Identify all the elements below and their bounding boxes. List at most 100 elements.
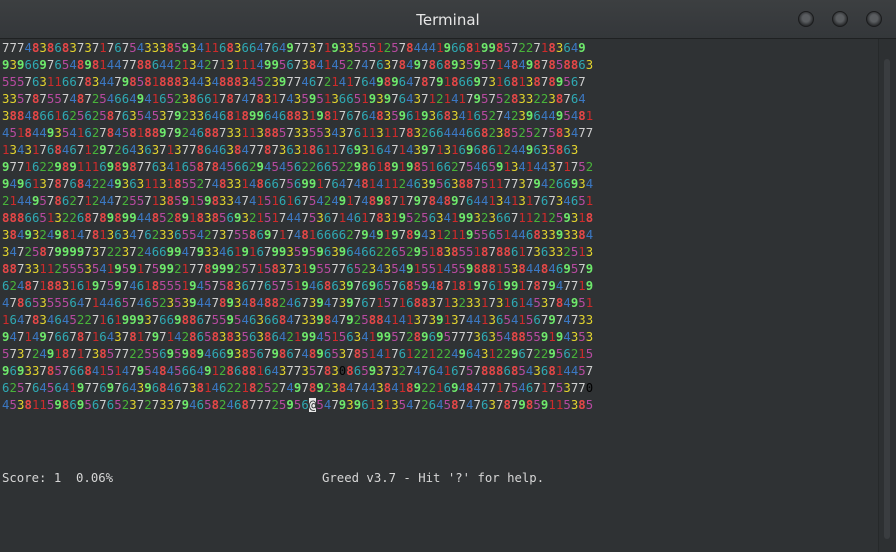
grid-cell: 8 [548, 41, 556, 55]
grid-cell: 5 [241, 262, 249, 276]
grid-cell: 9 [301, 330, 309, 344]
grid-cell: 5 [585, 398, 594, 412]
grid-cell: 7 [473, 398, 481, 412]
grid-cell: 3 [488, 75, 496, 89]
grid-cell: 7 [301, 296, 309, 310]
grid-cell: 3 [39, 75, 47, 89]
grid-cell: 6 [331, 177, 339, 191]
grid-cell: 9 [181, 347, 190, 361]
grid-cell: 1 [331, 143, 339, 157]
grid-cell: 2 [346, 58, 354, 72]
grid-cell: 3 [548, 228, 556, 242]
grid-cell: 2 [301, 160, 309, 174]
grid-cell: 3 [286, 245, 294, 259]
grid-cell: 7 [189, 262, 197, 276]
grid-cell: 8 [271, 262, 279, 276]
grid-cell: 9 [114, 177, 122, 191]
grid-cell: 3 [189, 41, 197, 55]
grid-cell: 4 [219, 160, 227, 174]
grid-cell: 4 [204, 347, 212, 361]
grid-cell: 3 [9, 143, 17, 157]
grid-cell: 3 [189, 58, 197, 72]
grid-cell: 9 [219, 262, 227, 276]
grid-cell: 5 [174, 194, 182, 208]
grid-cell: 8 [413, 330, 422, 344]
grid-cell: 9 [436, 330, 444, 344]
grid-cell: 2 [503, 92, 511, 106]
grid-cell: 5 [159, 279, 167, 293]
grid-cell: 2 [488, 126, 496, 140]
grid-cell: 3 [376, 381, 384, 395]
grid-cell: 5 [271, 160, 279, 174]
grid-cell: 1 [443, 92, 452, 106]
grid-cell: 6 [533, 313, 541, 327]
grid-cell: 1 [578, 279, 586, 293]
grid-cell: 4 [406, 92, 414, 106]
grid-cell: 6 [226, 211, 235, 225]
grid-cell: 3 [24, 143, 32, 157]
grid-cell: 7 [458, 160, 467, 174]
grid-cell: 1 [204, 381, 212, 395]
maximize-button[interactable] [832, 11, 848, 27]
minimize-button[interactable] [798, 11, 814, 27]
grid-cell: 9 [346, 296, 354, 310]
grid-cell: 8 [226, 109, 235, 123]
grid-cell: 4 [458, 381, 467, 395]
grid-cell: 5 [413, 279, 422, 293]
grid-cell: 8 [174, 177, 182, 191]
grid-cell: 5 [54, 92, 62, 106]
grid-cell: 4 [451, 92, 459, 106]
grid-cell: 7 [331, 296, 339, 310]
grid-cell: 8 [219, 296, 227, 310]
grid-cell: 7 [114, 347, 122, 361]
grid-cell: 0 [585, 381, 594, 395]
grid-cell: 7 [331, 211, 339, 225]
grid-cell: 4 [39, 126, 47, 140]
grid-cell: 3 [256, 330, 264, 344]
grid-cell: 6 [114, 92, 122, 106]
grid-row: 3849324981478136347623365542737558697174… [2, 227, 593, 244]
grid-cell: 3 [211, 245, 220, 259]
grid-cell: 8 [196, 160, 205, 174]
close-button[interactable] [866, 11, 882, 27]
grid-cell: 5 [226, 160, 235, 174]
grid-cell: 9 [256, 109, 264, 123]
terminal-area[interactable]: 7774838683737176754333859341168366476497… [0, 39, 878, 552]
grid-cell: 3 [159, 194, 167, 208]
grid-cell: 4 [211, 381, 220, 395]
grid-cell: 1 [473, 245, 481, 259]
grid-cell: 4 [473, 313, 481, 327]
grid-cell: 7 [84, 381, 92, 395]
grid-cell: 7 [9, 160, 17, 174]
grid-cell: 8 [241, 364, 249, 378]
grid-cell: 3 [181, 75, 190, 89]
grid-cell: 6 [503, 75, 511, 89]
title-bar[interactable]: Terminal [0, 0, 896, 39]
grid-cell: 5 [204, 279, 212, 293]
grid-cell: 9 [181, 211, 190, 225]
grid-cell: 9 [316, 313, 324, 327]
grid-cell: 1 [99, 313, 107, 327]
grid-cell: 7 [181, 381, 190, 395]
grid-row: 1343176846712972643637137786463847787363… [2, 142, 593, 159]
grid-cell: 8 [226, 92, 235, 106]
grid-cell: 9 [413, 381, 422, 395]
grid-cell: 4 [503, 330, 511, 344]
grid-cell: 6 [256, 245, 264, 259]
grid-cell: 1 [256, 211, 264, 225]
scrollbar-thumb[interactable] [884, 59, 890, 539]
grid-cell: 1 [503, 228, 511, 242]
grid-cell: 8 [548, 58, 556, 72]
grid-cell: 1 [144, 279, 152, 293]
grid-cell: 2 [144, 398, 152, 412]
grid-cell: 4 [406, 75, 414, 89]
grid-cell: 4 [39, 381, 47, 395]
vertical-scrollbar[interactable] [878, 39, 896, 552]
grid-cell: 3 [234, 126, 242, 140]
grid-cell: 6 [204, 109, 212, 123]
grid-cell: 2 [174, 92, 182, 106]
grid-cell: 9 [226, 296, 235, 310]
grid-cell: 7 [24, 92, 32, 106]
grid-cell: 8 [226, 279, 235, 293]
grid-cell: 2 [181, 109, 190, 123]
